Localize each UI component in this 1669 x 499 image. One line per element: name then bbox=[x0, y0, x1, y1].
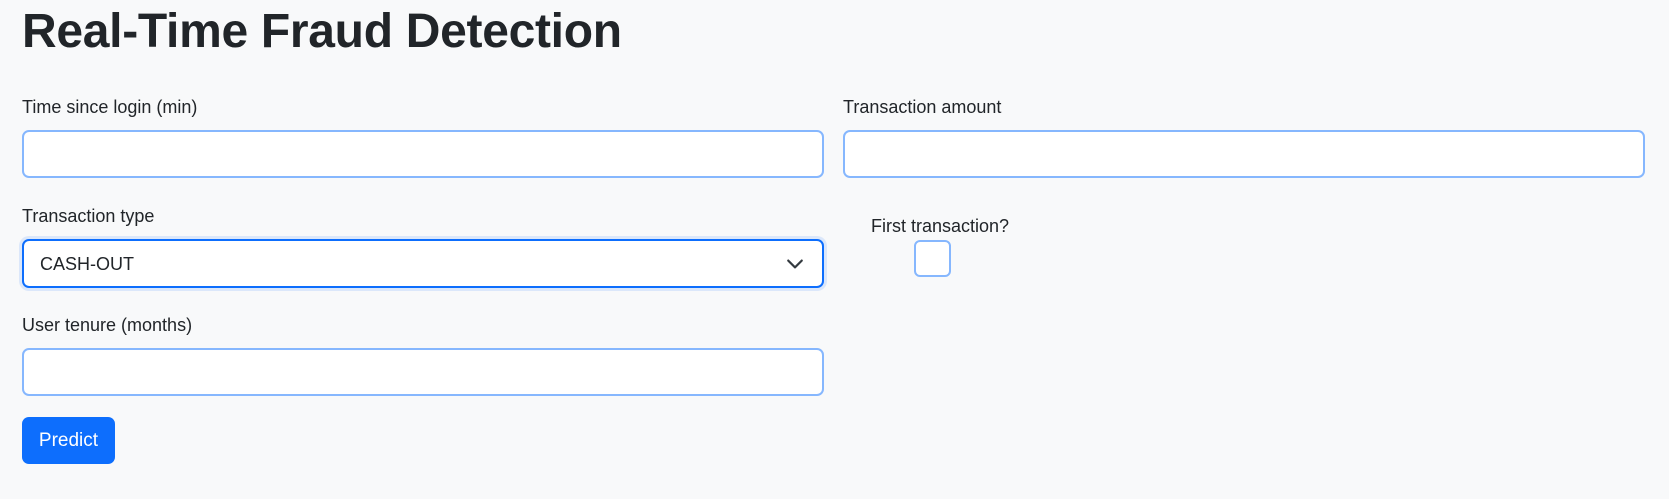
transaction-amount-label: Transaction amount bbox=[843, 97, 1002, 117]
user-tenure-label: User tenure (months) bbox=[22, 315, 193, 335]
time-since-login-label: Time since login (min) bbox=[22, 97, 198, 117]
transaction-type-label: Transaction type bbox=[22, 206, 155, 226]
chevron-down-icon bbox=[787, 259, 803, 269]
transaction-type-selected-value: CASH-OUT bbox=[40, 254, 134, 274]
transaction-amount-input[interactable] bbox=[843, 130, 1645, 178]
first-transaction-label: First transaction? bbox=[871, 216, 1010, 236]
page-title: Real-Time Fraud Detection bbox=[22, 5, 622, 58]
time-since-login-input[interactable] bbox=[22, 130, 824, 178]
first-transaction-checkbox[interactable] bbox=[914, 240, 951, 277]
predict-button[interactable]: Predict bbox=[22, 417, 115, 464]
user-tenure-input[interactable] bbox=[22, 348, 824, 396]
fraud-detection-page: Real-Time Fraud Detection Time since log… bbox=[0, 0, 1669, 499]
transaction-type-select[interactable]: CASH-OUT bbox=[22, 239, 824, 288]
